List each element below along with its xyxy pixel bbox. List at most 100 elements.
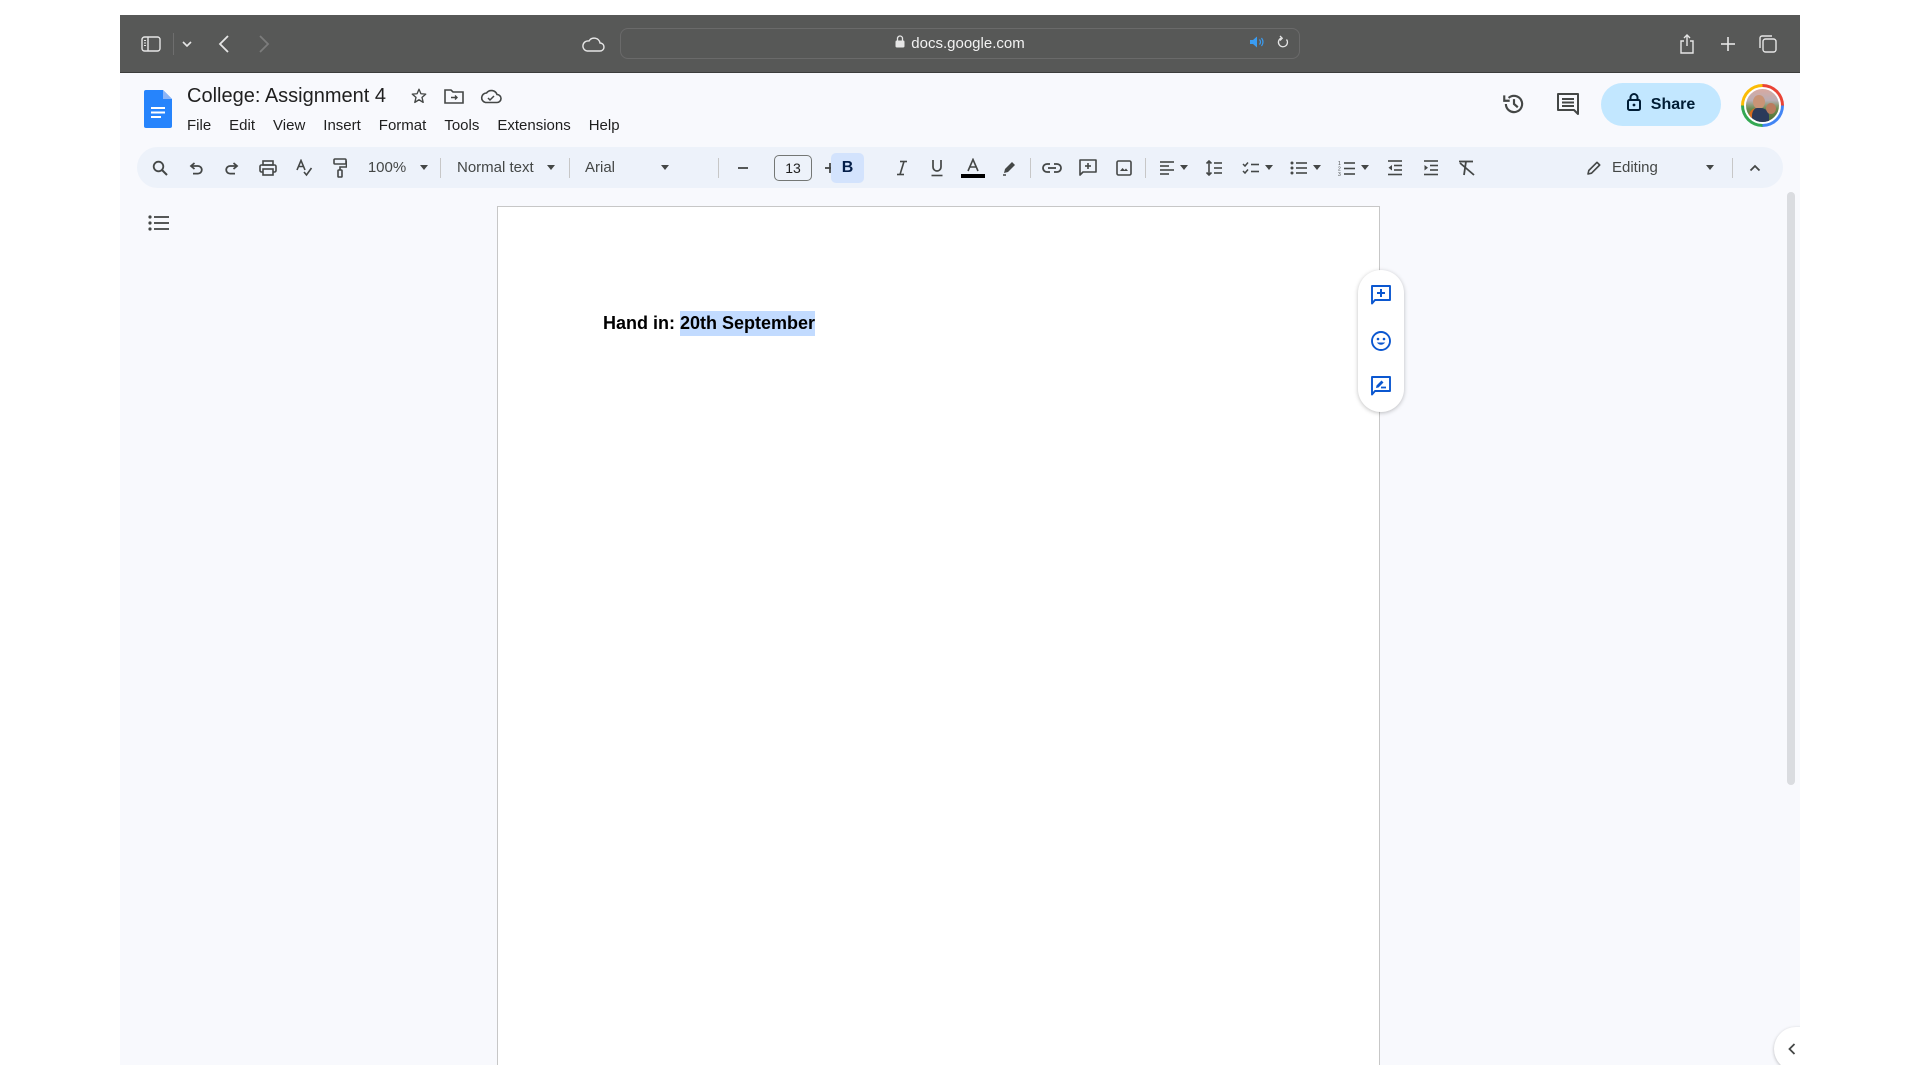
editing-mode-value: Editing [1612,159,1658,176]
print-icon[interactable] [255,147,281,188]
divider [569,158,570,178]
insert-image-icon[interactable] [1111,147,1137,188]
caret-down-icon [420,165,429,170]
increase-indent-icon[interactable] [1418,147,1444,188]
document-page[interactable]: Hand in: 20th September [497,206,1380,1065]
underline-icon[interactable] [924,147,950,188]
pencil-icon [1587,161,1601,175]
clear-formatting-icon[interactable] [1454,147,1480,188]
font-family-select[interactable]: Arial [577,147,677,188]
floating-actions-bar [1358,270,1404,412]
checklist-icon [1241,161,1259,174]
menu-help[interactable]: Help [580,115,629,136]
caret-down-icon [1179,165,1188,170]
link-icon[interactable] [1039,147,1065,188]
document-title[interactable]: College: Assignment 4 [187,85,386,108]
bold-button[interactable]: B [831,153,864,183]
svg-text:3: 3 [1338,172,1341,176]
paragraph-style-value: Normal text [457,159,534,176]
divider [173,33,174,55]
menu-tools[interactable]: Tools [435,115,488,136]
align-left-icon [1159,160,1174,175]
menu-view[interactable]: View [264,115,314,136]
redo-icon[interactable] [219,147,245,188]
numbered-list-select[interactable]: 123 [1333,147,1373,188]
numbered-list-icon: 123 [1338,161,1355,176]
align-select[interactable] [1153,147,1193,188]
zoom-select[interactable]: 100% [363,147,433,188]
editing-mode-select[interactable]: Editing [1586,147,1718,188]
comments-icon[interactable] [1556,92,1580,121]
tabs-icon[interactable] [1756,15,1780,73]
cloud-saved-icon[interactable] [480,88,502,109]
title-actions [410,87,502,110]
hide-menus-chevron-up-icon[interactable] [1742,147,1768,188]
checklist-select[interactable] [1237,147,1277,188]
caret-down-icon [1312,165,1321,170]
highlight-color-icon[interactable] [996,147,1022,188]
vertical-scrollbar[interactable] [1787,192,1795,785]
formatting-toolbar: 100% Normal text Arial 13 B 1 2 3 Editin… [137,147,1783,188]
font-size-input[interactable]: 13 [774,155,812,181]
line-spacing-icon[interactable] [1201,147,1227,188]
caret-down-icon [661,165,669,170]
selected-text[interactable]: 20th September [680,311,816,336]
undo-icon[interactable] [183,147,209,188]
address-bar[interactable]: docs.google.com [620,28,1300,59]
spellcheck-icon[interactable] [291,147,317,188]
docs-logo[interactable] [144,90,172,133]
avatar-photo [1744,87,1781,124]
menu-format[interactable]: Format [370,115,436,136]
add-comment-icon[interactable] [1369,283,1393,307]
font-family-value: Arial [585,159,616,176]
divider [718,158,719,178]
reload-icon[interactable] [1277,35,1289,53]
forward-icon[interactable] [252,15,276,73]
text-hand-in: Hand in: [603,313,680,333]
menu-extensions[interactable]: Extensions [488,115,579,136]
divider [1030,158,1031,178]
share-icon[interactable] [1675,15,1699,73]
menu-bar: File Edit View Insert Format Tools Exten… [187,115,629,136]
zoom-value: 100% [367,159,407,176]
sidebar-icon[interactable] [138,15,164,73]
share-button[interactable]: Share [1601,83,1721,126]
italic-icon[interactable] [889,147,915,188]
divider [440,158,441,178]
document-text-line[interactable]: Hand in: 20th September [603,311,816,336]
bulleted-list-select[interactable] [1285,147,1325,188]
caret-down-icon [1264,165,1273,170]
browser-window: docs.google.com College: Assignment 4 Fi… [120,15,1800,1065]
browser-toolbar: docs.google.com [120,15,1800,73]
menu-edit[interactable]: Edit [220,115,264,136]
chevron-down-icon[interactable] [178,15,196,73]
cloud-icon[interactable] [578,15,608,73]
text-color-icon[interactable] [958,147,988,188]
version-history-icon[interactable] [1501,91,1527,122]
divider [1732,158,1733,178]
speaker-icon[interactable] [1249,35,1265,53]
chevron-left-icon [1788,1043,1796,1055]
back-icon[interactable] [212,15,236,73]
account-avatar[interactable] [1741,84,1784,127]
plus-icon[interactable] [1716,15,1740,73]
star-icon[interactable] [410,87,428,110]
decrease-font-size-button[interactable] [730,147,756,188]
show-side-panel-button[interactable] [1774,1027,1800,1065]
menu-insert[interactable]: Insert [314,115,370,136]
move-folder-icon[interactable] [444,88,464,109]
emoji-reaction-icon[interactable] [1369,329,1393,353]
menu-file[interactable]: File [187,115,220,136]
suggest-edits-icon[interactable] [1369,374,1393,398]
caret-down-icon [1360,165,1369,170]
paragraph-style-select[interactable]: Normal text [451,147,561,188]
paint-format-icon[interactable] [327,147,353,188]
search-icon[interactable] [147,147,173,188]
insert-comment-icon[interactable] [1075,147,1101,188]
share-label: Share [1650,95,1696,113]
caret-down-icon [1705,165,1714,170]
decrease-indent-icon[interactable] [1382,147,1408,188]
lock-icon [895,35,905,52]
document-outline-icon[interactable] [148,215,170,236]
url-text: docs.google.com [911,35,1025,52]
